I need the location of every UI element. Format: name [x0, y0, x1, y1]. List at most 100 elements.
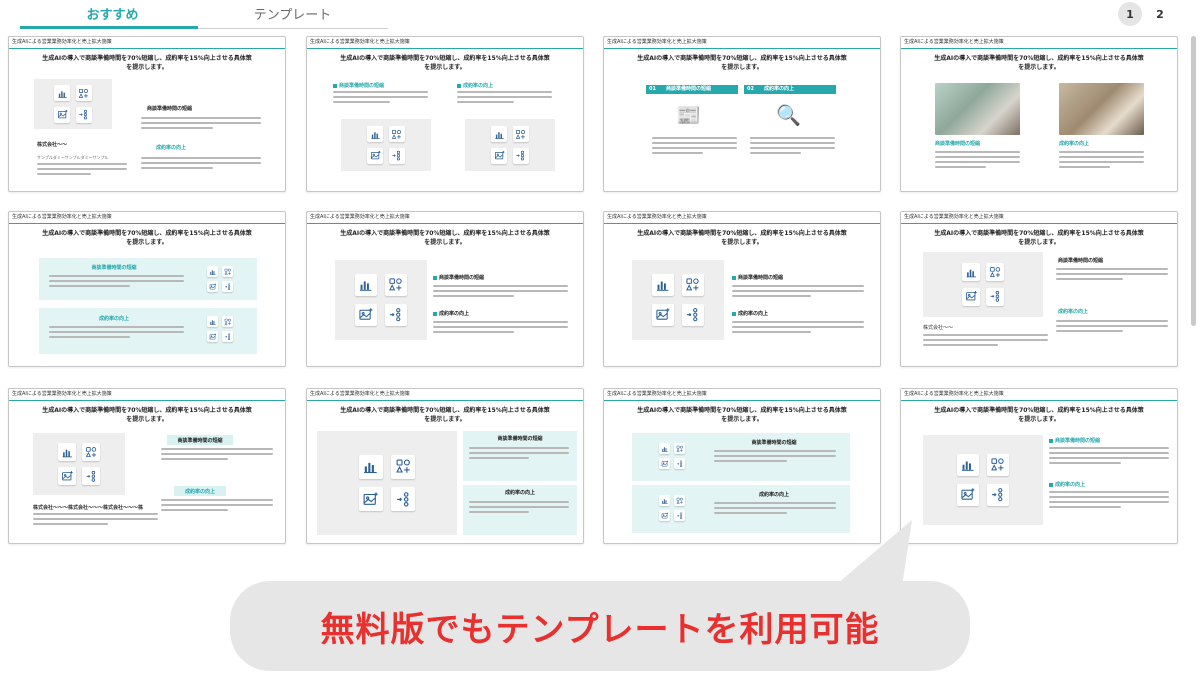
slide-title-line2: を提示します。 [721, 64, 763, 71]
bar-chart-icon-glyph [62, 449, 72, 457]
slide-title: 生成AIの導入で商談準備時間を70%短縮し、成約率を15%向上させる具体策 を提示… [614, 54, 870, 72]
text-line [433, 326, 568, 328]
active-tab-indicator [20, 26, 198, 29]
slide-title: 生成AIの導入で商談準備時間を70%短縮し、成約率を15%向上させる具体策 を提示… [19, 406, 275, 424]
template-card-7[interactable]: 生成AIによる営業業務効率化と売上拡大施策 生成AIの導入で商談準備時間を70%短… [603, 211, 881, 367]
icon-panel [317, 431, 457, 535]
section-label-text: 成約率の向上 [439, 311, 470, 317]
text-line [49, 331, 184, 333]
image-icon [961, 287, 980, 306]
shapes-icon [986, 263, 1005, 282]
bullet-square [457, 83, 461, 88]
section-label-text: 成約率の向上 [738, 311, 769, 317]
flow-icon [221, 330, 233, 342]
text-line [732, 290, 864, 292]
tab-templates[interactable]: テンプレート [205, 4, 380, 26]
text-line [1056, 320, 1168, 322]
slide-title: 生成AIの導入で商談準備時間を70%短縮し、成約率を15%向上させる具体策 を提示… [317, 406, 573, 424]
tab-recommended[interactable]: おすすめ [30, 4, 195, 26]
text-line [1049, 506, 1121, 508]
template-card-10[interactable]: 生成AIによる営業業務効率化と売上拡大施策 生成AIの導入で商談準備時間を70%短… [306, 388, 584, 544]
text-line [161, 504, 273, 506]
slide-header: 生成AIによる営業業務効率化と売上拡大施策 [901, 212, 1177, 224]
shapes-icon-glyph [686, 278, 699, 291]
bullet-square [333, 83, 337, 88]
template-card-3[interactable]: 生成AIによる営業業務効率化と売上拡大施策 生成AIの導入で商談準備時間を70%短… [603, 36, 881, 192]
section-label-text: 成約率の向上 [1058, 309, 1089, 315]
section-label: 成約率の向上 [1058, 308, 1088, 315]
page-1-button[interactable]: 1 [1118, 2, 1142, 26]
callout-bubble: 無料版でもテンプレートを利用可能 [230, 581, 970, 671]
text-line [141, 117, 261, 119]
section-label-text: 商談準備時間の短縮 [91, 265, 137, 271]
icon-panel [195, 312, 245, 346]
slide-title: 生成AIの導入で商談準備時間を70%短縮し、成約率を15%向上させる具体策 を提示… [317, 229, 573, 247]
text-line [935, 156, 1020, 158]
template-card-5[interactable]: 生成AIによる営業業務効率化と売上拡大施策 生成AIの導入で商談準備時間を70%短… [8, 211, 286, 367]
text-line [333, 91, 428, 93]
text-line [714, 450, 836, 452]
page-2-button[interactable]: 2 [1148, 2, 1172, 26]
text-line [457, 96, 552, 98]
tab-divider [198, 28, 388, 29]
text-line [433, 331, 514, 333]
flow-icon-glyph [992, 488, 1003, 502]
image-icon [491, 147, 508, 164]
number-label: 02 [747, 86, 754, 92]
slide-title: 生成AIの導入で商談準備時間を70%短縮し、成約率を15%向上させる具体策 を提示… [614, 406, 870, 424]
template-card-8[interactable]: 生成AIによる営業業務効率化と売上拡大施策生成AIの導入で商談準備時間を70%短… [900, 211, 1178, 367]
bar-chart-icon-glyph [360, 281, 372, 292]
newspaper-icon: 📰 [676, 103, 701, 127]
bullet-square [1049, 438, 1053, 443]
text-line [49, 336, 130, 338]
image-icon-glyph [961, 488, 975, 500]
shapes-icon [681, 274, 704, 297]
template-card-9[interactable]: 生成AIによる営業業務効率化と売上拡大施策 生成AIの導入で商談準備時間を70%短… [8, 388, 286, 544]
template-card-12[interactable]: 生成AIによる営業業務効率化と売上拡大施策 生成AIの導入で商談準備時間を70%短… [900, 388, 1178, 544]
slide-header: 生成AIによる営業業務効率化と売上拡大施策 [604, 212, 880, 224]
company-name: 株式会社〜〜 [37, 142, 68, 148]
pagination: 1 2 [1118, 2, 1172, 26]
text-line [161, 448, 273, 450]
template-card-4[interactable]: 生成AIによる営業業務効率化と売上拡大施策 生成AIの導入で商談準備時間を70%短… [900, 36, 1178, 192]
flow-icon [391, 487, 416, 512]
text-line [433, 290, 568, 292]
bar-chart-icon-glyph [657, 281, 669, 292]
numbered-header: 01 商談準備時間の短縮 [646, 85, 738, 94]
image-icon-glyph [965, 291, 977, 301]
slide-header: 生成AIによる営業業務効率化と売上拡大施策 [9, 37, 285, 49]
slide-header: 生成AIによる営業業務効率化と売上拡大施策 [307, 212, 583, 224]
section-label-text: 成約率の向上 [98, 316, 129, 322]
image-icon-glyph [359, 308, 373, 320]
tab-bar: おすすめ テンプレート 1 2 [0, 0, 1200, 30]
scrollbar[interactable] [1191, 36, 1196, 326]
text-line [714, 507, 836, 509]
shapes-icon-glyph [515, 129, 526, 139]
slide-title-line1: 生成AIの導入で商談準備時間を70%短縮し、成約率を15%向上させる具体策 [42, 407, 252, 414]
shapes-icon-glyph [85, 446, 97, 457]
template-card-2[interactable]: 生成AIによる営業業務効率化と売上拡大施策 生成AIの導入で商談準備時間を70%短… [306, 36, 584, 192]
shapes-icon [391, 454, 416, 479]
text-line [750, 152, 801, 154]
flow-icon [673, 509, 685, 521]
text-line [1049, 491, 1169, 493]
template-card-11[interactable]: 生成AIによる営業業務効率化と売上拡大施策 生成AIの導入で商談準備時間を70%短… [603, 388, 881, 544]
slide-title-line1: 生成AIの導入で商談準備時間を70%短縮し、成約率を15%向上させる具体策 [637, 407, 847, 414]
bar-chart-icon-glyph [209, 319, 216, 325]
bar-chart-icon [358, 454, 383, 479]
flow-icon-glyph [86, 470, 95, 482]
shapes-icon-glyph [991, 458, 1004, 471]
bar-chart-icon [659, 443, 671, 455]
slide-title-line1: 生成AIの導入で商談準備時間を70%短縮し、成約率を15%向上させる具体策 [637, 55, 847, 62]
bar-chart-icon-glyph [364, 463, 378, 474]
text-line [750, 142, 835, 144]
slide-title-line2: を提示します。 [1018, 416, 1060, 423]
text-line [935, 166, 986, 168]
text-line [714, 502, 836, 504]
slide-title-line2: を提示します。 [126, 64, 168, 71]
template-card-1[interactable]: 生成AIによる営業業務効率化と売上拡大施策 生成AIの導入で商談準備時間を70%短… [8, 36, 286, 192]
image-icon [659, 457, 671, 469]
section-label-text: 商談準備時間の短縮 [1058, 258, 1104, 264]
template-card-6[interactable]: 生成AIによる営業業務効率化と売上拡大施策生成AIの導入で商談準備時間を70%短… [306, 211, 584, 367]
slide-title-line1: 生成AIの導入で商談準備時間を70%短縮し、成約率を15%向上させる具体策 [934, 230, 1144, 237]
